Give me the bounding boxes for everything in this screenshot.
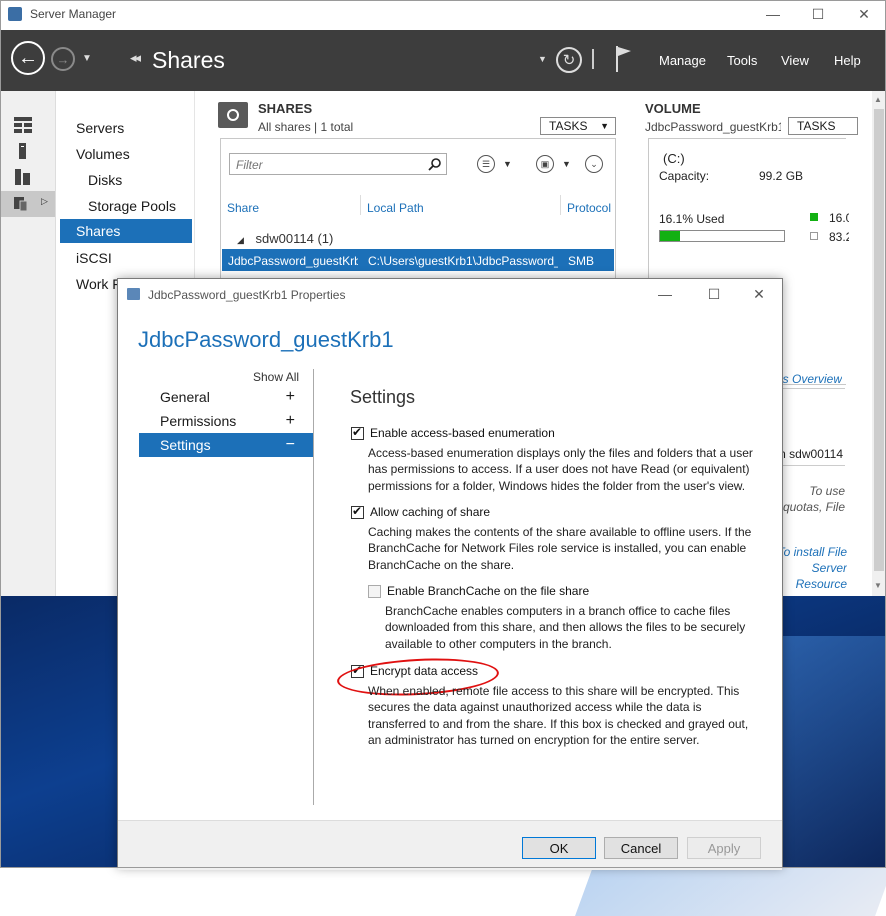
screenshot-border bbox=[0, 0, 886, 868]
